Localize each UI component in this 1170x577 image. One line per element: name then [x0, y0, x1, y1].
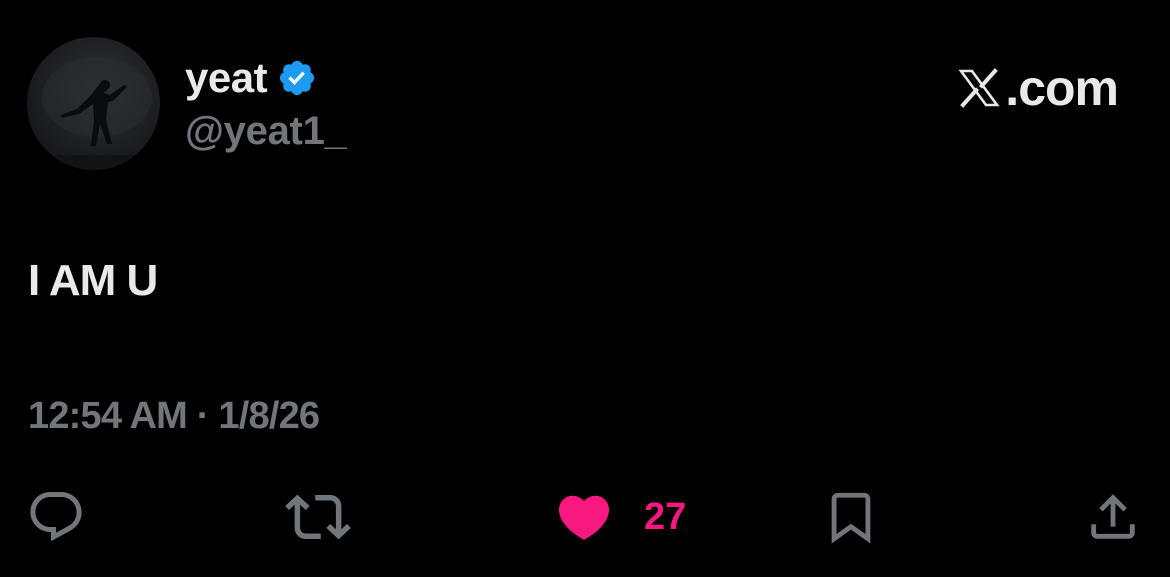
- author-handle[interactable]: @yeat1_: [185, 106, 347, 156]
- reply-button[interactable]: [26, 486, 86, 548]
- avatar-image: [27, 57, 160, 170]
- tweet-timestamp[interactable]: 12:54 AM · 1/8/26: [28, 392, 320, 440]
- like-count: 27: [644, 496, 687, 538]
- display-name[interactable]: yeat: [185, 52, 268, 104]
- bookmark-icon: [822, 486, 880, 548]
- x-logo-icon: [955, 64, 1003, 112]
- avatar[interactable]: [27, 37, 160, 170]
- retweet-icon: [285, 484, 351, 550]
- reply-icon: [26, 487, 86, 547]
- brand-text: .com: [1005, 60, 1119, 116]
- like-button[interactable]: 27: [554, 486, 686, 548]
- tweet-text: I AM U: [28, 256, 158, 305]
- author-name-row: yeat: [185, 52, 317, 104]
- retweet-button[interactable]: [285, 486, 351, 548]
- share-icon: [1084, 487, 1142, 547]
- bookmark-button[interactable]: [822, 486, 880, 548]
- brand-watermark: .com: [955, 60, 1119, 116]
- verified-badge-icon: [277, 58, 317, 98]
- share-button[interactable]: [1084, 486, 1142, 548]
- heart-icon: [554, 487, 614, 547]
